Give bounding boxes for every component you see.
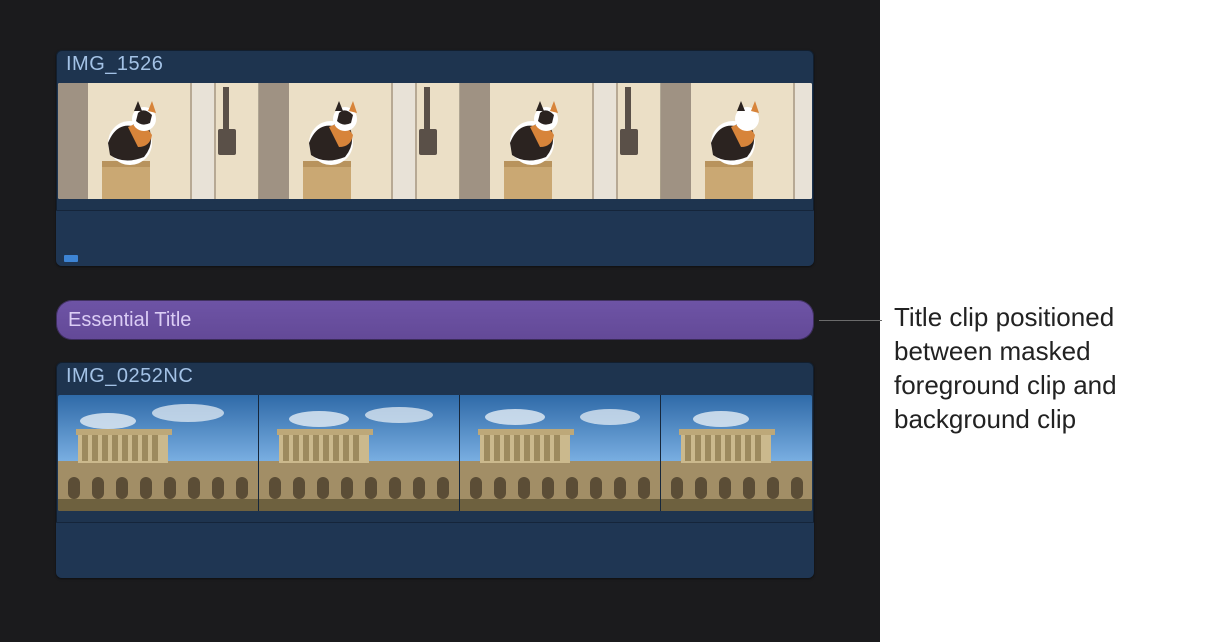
video-frame bbox=[58, 83, 259, 199]
clip-audio-area[interactable] bbox=[56, 210, 814, 266]
callout-text: Title clip positioned between masked for… bbox=[894, 300, 1204, 436]
clip-audio-area[interactable] bbox=[56, 522, 814, 578]
video-frame bbox=[259, 395, 460, 511]
video-frame bbox=[661, 395, 812, 511]
filmstrip bbox=[58, 395, 812, 511]
background-video-clip[interactable]: IMG_0252NC bbox=[56, 362, 814, 578]
video-frame bbox=[460, 83, 661, 199]
title-clip-label: Essential Title bbox=[68, 309, 191, 331]
timeline-panel: IMG_1526 bbox=[0, 0, 880, 642]
filmstrip bbox=[58, 83, 812, 199]
foreground-video-clip[interactable]: IMG_1526 bbox=[56, 50, 814, 266]
callout-leader-line bbox=[819, 320, 882, 321]
video-frame bbox=[259, 83, 460, 199]
video-frame bbox=[58, 395, 259, 511]
clip-label: IMG_0252NC bbox=[56, 362, 814, 390]
video-frame bbox=[460, 395, 661, 511]
title-clip[interactable]: Essential Title bbox=[56, 300, 814, 340]
video-frame bbox=[661, 83, 812, 199]
clip-marker[interactable] bbox=[64, 255, 78, 262]
clip-label: IMG_1526 bbox=[56, 50, 814, 78]
